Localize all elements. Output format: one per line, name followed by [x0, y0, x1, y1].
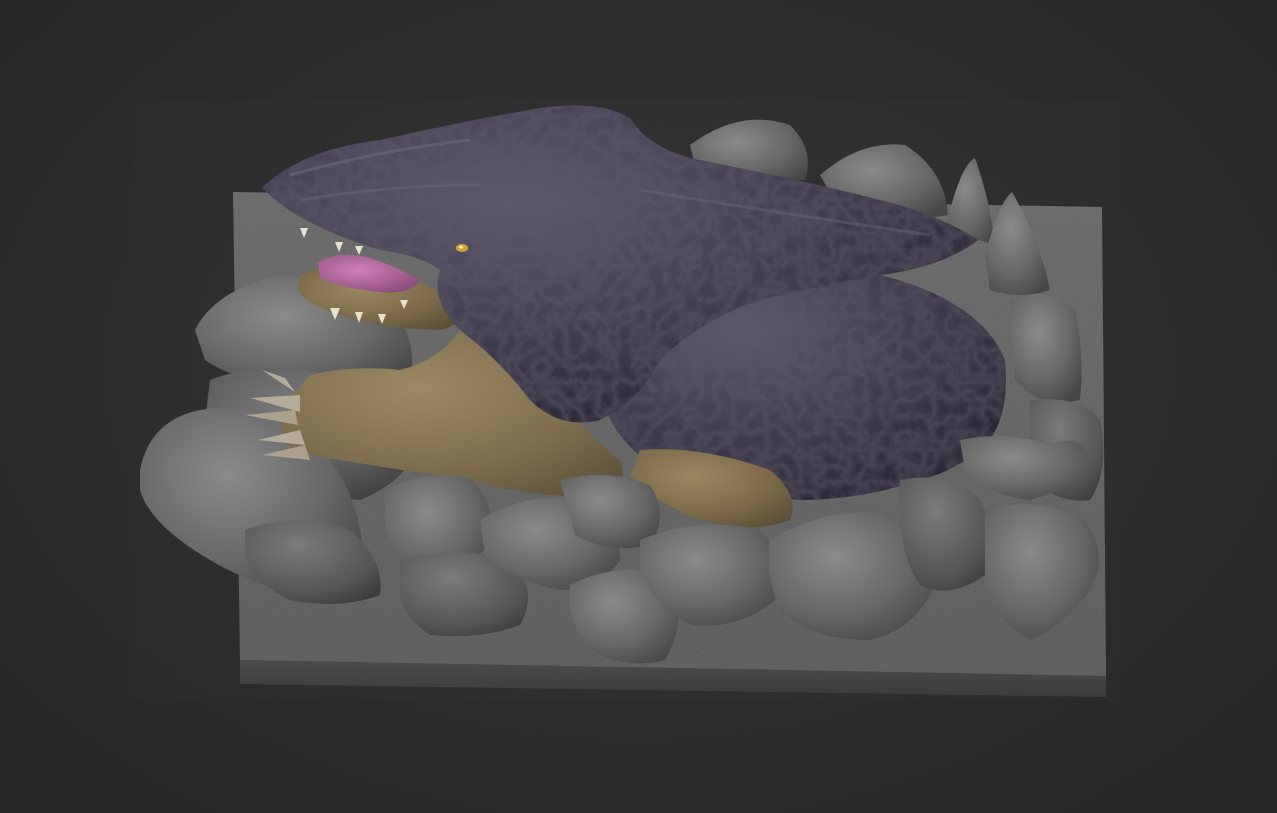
sculpt-scene — [130, 100, 1120, 700]
3d-viewport[interactable] — [0, 0, 1277, 813]
rock-texture — [130, 100, 1120, 700]
